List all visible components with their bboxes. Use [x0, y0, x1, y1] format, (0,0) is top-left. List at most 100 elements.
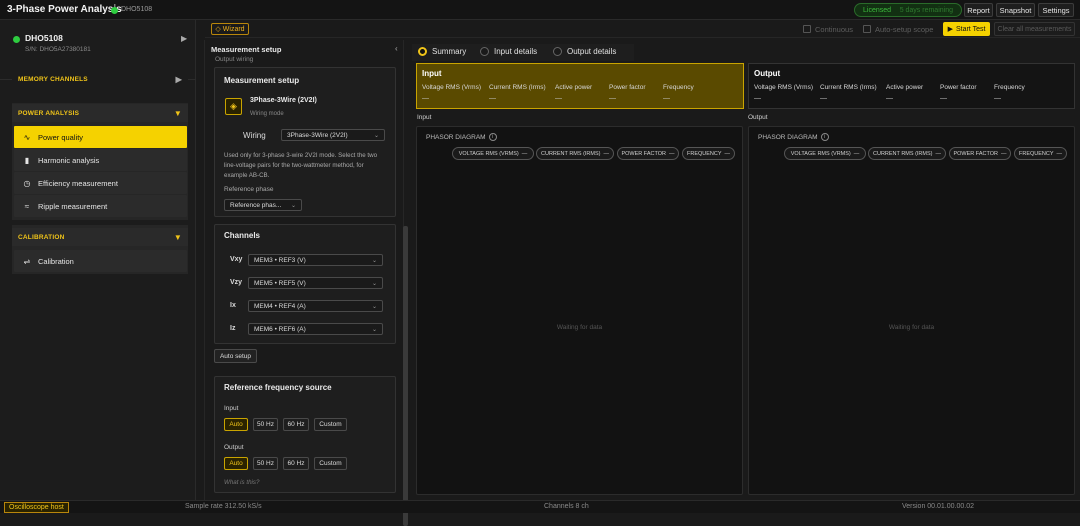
clear-all-button[interactable]: Clear all measurements — [994, 22, 1075, 36]
ref-freq-help-link[interactable]: What is this? — [224, 479, 259, 486]
auto-setup-button[interactable]: Auto setup — [214, 349, 257, 363]
connection-name: DHO5108 — [121, 6, 153, 13]
collapse-icon[interactable]: ‹ — [395, 44, 398, 53]
sidebar-item-harmonic-analysis[interactable]: ▮ Harmonic analysis — [14, 149, 187, 171]
chip-voltage-rms[interactable]: VOLTAGE RMS (VRMS) — — [452, 147, 534, 160]
input-freq-auto[interactable]: Auto — [224, 418, 248, 431]
chevron-down-icon: ▼ — [173, 108, 182, 118]
reference-phase-label: Reference phase — [224, 186, 274, 193]
channel-select-value: MEM4 • REF4 (A) — [254, 302, 306, 310]
snapshot-button[interactable]: Snapshot — [996, 3, 1035, 17]
calibration-header[interactable]: CALIBRATION ▼ — [12, 228, 188, 246]
waiting-message: Waiting for data — [556, 324, 603, 331]
start-test-button[interactable]: ▶ Start Test — [943, 22, 990, 36]
license-days: 5 days remaining — [899, 6, 953, 14]
sidebar-item-calibration[interactable]: ⇌ Calibration — [14, 250, 187, 272]
input-title: Input — [422, 69, 442, 78]
wiring-select[interactable]: 3Phase-3Wire (2V2I) ⌄ — [281, 129, 385, 141]
chip-power-factor[interactable]: POWER FACTOR — — [949, 147, 1011, 160]
chip-current-rms[interactable]: CURRENT RMS (IRMS) — — [536, 147, 614, 160]
chevron-right-icon[interactable]: ▶ — [181, 34, 187, 43]
wizard-label: Wizard — [222, 25, 245, 33]
output-freq-custom[interactable]: Custom — [314, 457, 347, 470]
metric-value: — — [555, 95, 562, 102]
chip-voltage-rms[interactable]: VOLTAGE RMS (VRMS) — — [784, 147, 866, 160]
phasor-title-label: PHASOR DIAGRAM — [426, 133, 486, 141]
channel-select-vxy[interactable]: MEM3 • REF3 (V) ⌄ — [248, 254, 383, 266]
report-button[interactable]: Report — [964, 3, 993, 17]
waiting-message: Waiting for data — [888, 324, 935, 331]
chip-label: FREQUENCY — [1018, 150, 1054, 157]
sidebar-item-efficiency[interactable]: ◷ Efficiency measurement — [14, 172, 187, 194]
settings-button[interactable]: Settings — [1038, 3, 1074, 17]
tab-input-details[interactable]: Input details — [480, 47, 537, 56]
continuous-checkbox[interactable] — [803, 25, 811, 33]
wiring-description: Used only for 3-phase 3-wire 2V2I mode. … — [224, 152, 378, 179]
channel-count: Channels 8 ch — [544, 503, 589, 510]
output-freq-auto[interactable]: Auto — [224, 457, 248, 470]
sidebar-item-ripple[interactable]: ≈ Ripple measurement — [14, 195, 187, 217]
reference-phase-select[interactable]: Reference phas... ⌄ — [224, 199, 302, 211]
status-bar: Oscilloscope host Sample rate 312.50 kS/… — [0, 500, 1080, 513]
metric-label: Current RMS (Irms) — [820, 84, 877, 91]
input-freq-50hz[interactable]: 50 Hz — [253, 418, 278, 431]
channel-select-ix[interactable]: MEM4 • REF4 (A) ⌄ — [248, 300, 383, 312]
reference-frequency-card: Reference frequency source Input Auto 50… — [214, 376, 396, 493]
chip-label: CURRENT RMS (IRMS) — [873, 150, 933, 157]
metric-value: — — [754, 95, 761, 102]
wizard-button[interactable]: ◇ Wizard — [211, 23, 249, 35]
scrollbar[interactable] — [403, 226, 408, 526]
wiring-mode-label: Wiring mode — [250, 111, 284, 117]
device-name: DHO5108 — [25, 33, 63, 43]
input-freq-custom[interactable]: Custom — [314, 418, 347, 431]
metric-label: Power factor — [609, 84, 646, 91]
phasor-title-label: PHASOR DIAGRAM — [758, 133, 818, 141]
ref-freq-input-label: Input — [224, 405, 239, 412]
sidebar-item-power-quality[interactable]: ∿ Power quality — [14, 126, 187, 148]
channel-select-iz[interactable]: MEM6 • REF6 (A) ⌄ — [248, 323, 383, 335]
scroll-hint: Output wiring — [215, 56, 254, 63]
output-section-label: Output — [748, 114, 768, 121]
ref-freq-output-label: Output — [224, 444, 244, 451]
metric-value: — — [820, 95, 827, 102]
channel-label: Vxy — [230, 256, 243, 263]
measurement-setup-card: Measurement setup ◈ 3Phase-3Wire (2V2I) … — [214, 67, 396, 217]
channel-select-vzy[interactable]: MEM5 • REF5 (V) ⌄ — [248, 277, 383, 289]
chip-label: POWER FACTOR — [621, 150, 666, 157]
input-phasor-diagram: PHASOR DIAGRAM i VOLTAGE RMS (VRMS) — CUR… — [416, 126, 743, 495]
channel-label: Ix — [230, 302, 236, 309]
metric-label: Frequency — [663, 84, 694, 91]
chip-label: POWER FACTOR — [953, 150, 998, 157]
sidebar-item-label: Efficiency measurement — [38, 178, 118, 188]
top-bar: 3-Phase Power Analysis DHO5108 Licensed … — [0, 0, 1080, 20]
autosetup-scope-checkbox[interactable] — [863, 25, 871, 33]
chip-current-rms[interactable]: CURRENT RMS (IRMS) — — [868, 147, 946, 160]
clock-icon: ◷ — [23, 178, 31, 188]
chevron-down-icon: ⌄ — [371, 257, 377, 264]
power-analysis-header[interactable]: POWER ANALYSIS ▼ — [12, 104, 188, 122]
wiring-name: 3Phase-3Wire (2V2I) — [250, 97, 317, 104]
start-test-label: Start Test — [955, 25, 986, 33]
chevron-down-icon: ⌄ — [290, 202, 296, 209]
tab-summary[interactable]: Summary — [418, 47, 466, 56]
channel-select-value: MEM5 • REF5 (V) — [254, 279, 306, 287]
memory-channels-header[interactable]: MEMORY CHANNELS ▶ — [12, 70, 188, 88]
info-icon[interactable]: i — [488, 133, 497, 141]
tab-label: Input details — [494, 47, 538, 56]
autosetup-scope-label: Auto-setup scope — [875, 25, 934, 34]
chip-frequency[interactable]: FREQUENCY — — [1014, 147, 1067, 160]
tab-label: Summary — [432, 47, 467, 56]
oscilloscope-host-badge[interactable]: Oscilloscope host — [4, 502, 69, 513]
input-freq-60hz[interactable]: 60 Hz — [283, 418, 309, 431]
tab-output-details[interactable]: Output details — [553, 47, 616, 56]
ripple-icon: ≈ — [24, 201, 30, 211]
output-freq-50hz[interactable]: 50 Hz — [253, 457, 278, 470]
info-icon[interactable]: i — [820, 133, 829, 141]
calibration-label: CALIBRATION — [18, 233, 65, 241]
output-freq-60hz[interactable]: 60 Hz — [283, 457, 309, 470]
channels-title: Channels — [224, 231, 261, 240]
chevron-down-icon: ⌄ — [371, 326, 377, 333]
power-analysis-label: POWER ANALYSIS — [18, 109, 80, 117]
chip-power-factor[interactable]: POWER FACTOR — — [617, 147, 679, 160]
chip-frequency[interactable]: FREQUENCY — — [682, 147, 735, 160]
